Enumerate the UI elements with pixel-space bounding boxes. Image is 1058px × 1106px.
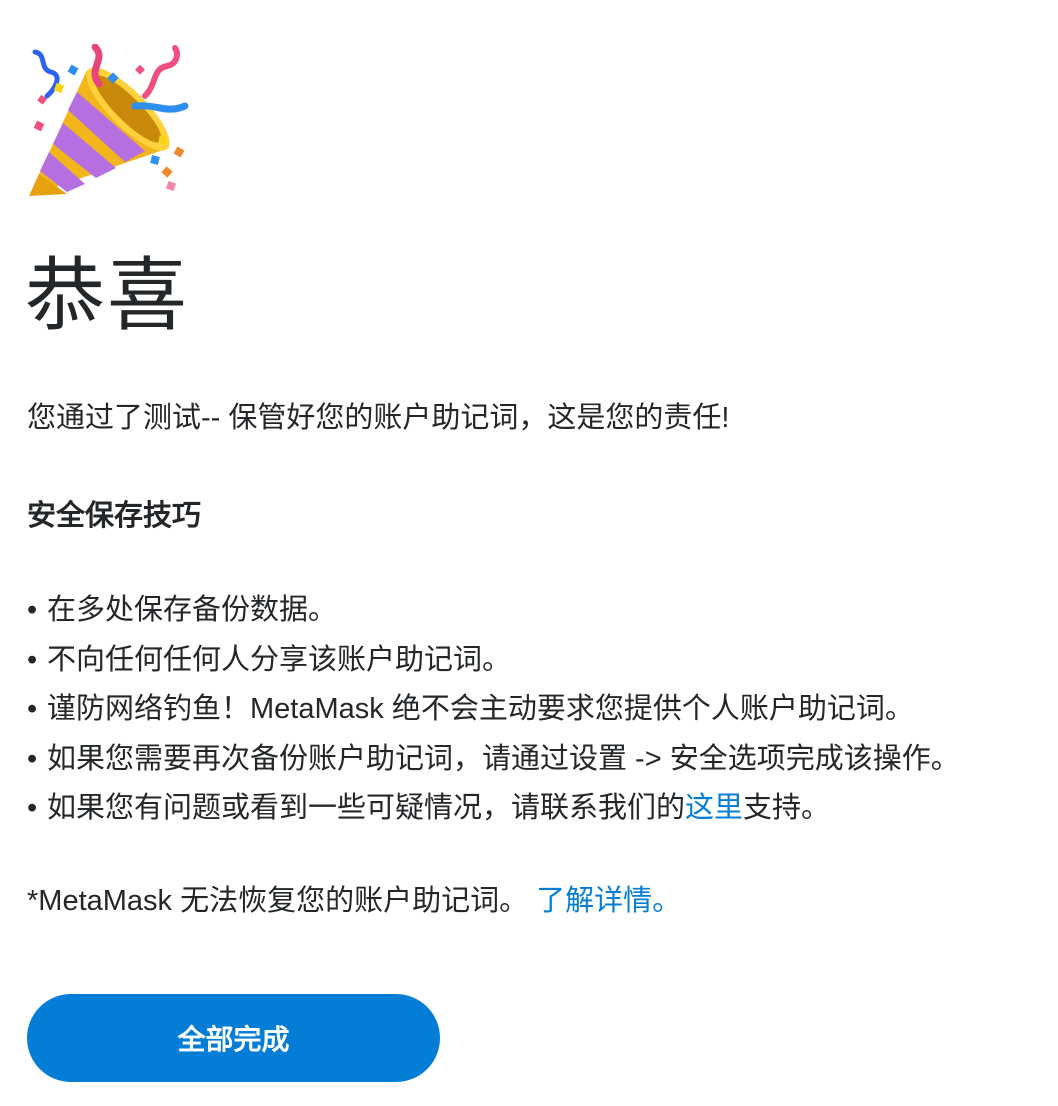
tips-list: 在多处保存备份数据。 不向任何任何人分享该账户助记词。 谨防网络钓鱼！MetaM…: [27, 586, 960, 834]
tip-item-support: 如果您有问题或看到一些可疑情况，请联系我们的这里支持。: [27, 784, 960, 834]
tip-support-text: 如果您有问题或看到一些可疑情况，请联系我们的: [47, 792, 686, 824]
learn-more-link[interactable]: 了解详情。: [536, 885, 681, 917]
tip-item: 不向任何任何人分享该账户助记词。: [27, 636, 960, 686]
support-link[interactable]: 这里: [685, 792, 743, 824]
page-title: 恭喜: [25, 251, 189, 340]
tip-item: 在多处保存备份数据。: [27, 586, 960, 636]
tip-item: 如果您需要再次备份账户助记词，请通过设置 -> 安全选项完成该操作。: [27, 735, 960, 785]
tip-item: 谨防网络钓鱼！MetaMask 绝不会主动要求您提供个人账户助记词。: [27, 685, 960, 735]
intro-text: 您通过了测试-- 保管好您的账户助记词，这是您的责任!: [27, 402, 730, 434]
tip-support-suffix: 支持。: [743, 792, 831, 824]
footnote: *MetaMask 无法恢复您的账户助记词。 了解详情。: [27, 881, 681, 921]
party-popper-icon: [27, 43, 192, 209]
all-done-button[interactable]: 全部完成: [27, 994, 440, 1082]
tips-heading: 安全保存技巧: [27, 500, 202, 532]
footnote-text: *MetaMask 无法恢复您的账户助记词。: [27, 885, 529, 917]
